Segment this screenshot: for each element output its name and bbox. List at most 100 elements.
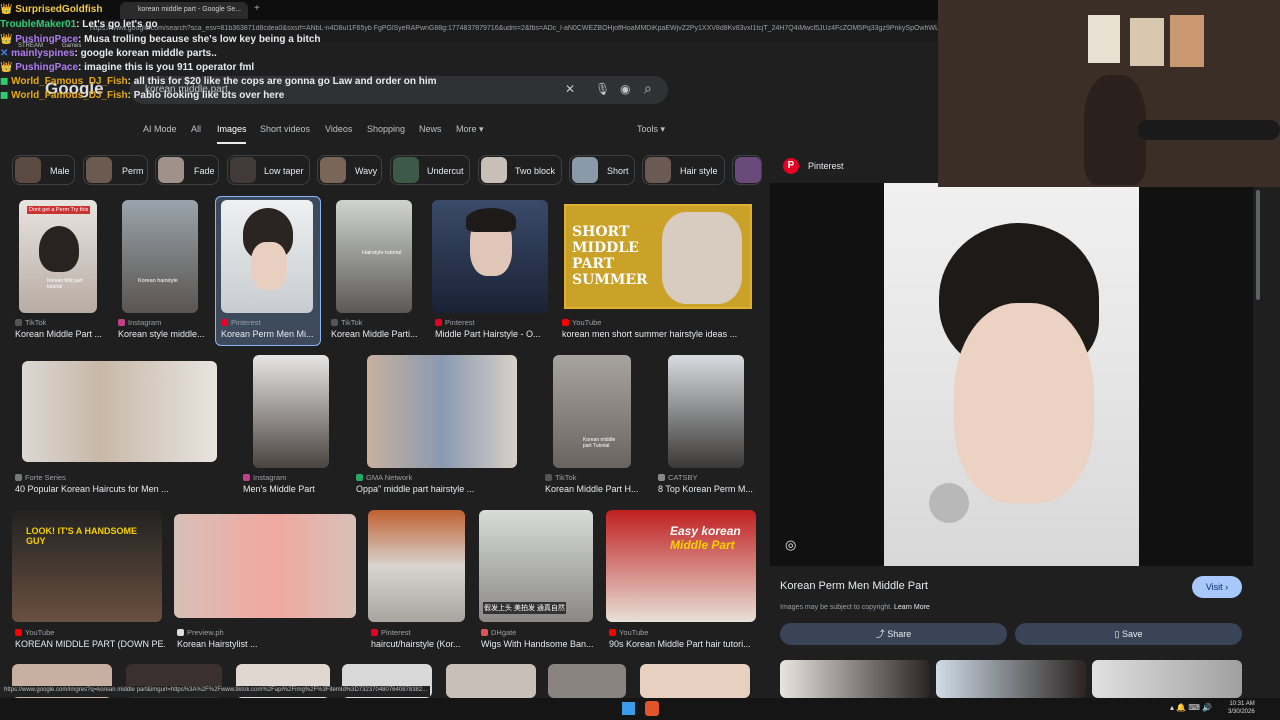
chip-thumbnail: [735, 157, 761, 183]
chip-overflow[interactable]: [732, 155, 762, 185]
youtube-icon: [15, 629, 22, 636]
result-title[interactable]: Korean Perm Men Mi...: [221, 329, 315, 339]
tiktok-icon: [331, 319, 338, 326]
tab-ai-mode[interactable]: AI Mode: [143, 124, 177, 134]
tab-short-videos[interactable]: Short videos: [260, 124, 310, 134]
chat-line: ◼ World_Famous_DJ_Fish: Pablo looking li…: [0, 90, 285, 101]
share-button[interactable]: ⤴ Share: [780, 623, 1007, 645]
result-title[interactable]: korean men short summer hairstyle ideas …: [562, 329, 752, 339]
chip-perm[interactable]: Perm: [83, 155, 148, 185]
chip-undercut[interactable]: Undercut: [390, 155, 470, 185]
lens-icon[interactable]: ◉: [620, 82, 630, 96]
instagram-icon: [118, 319, 125, 326]
microphone-shape: [929, 483, 969, 523]
result-source: TikTok: [331, 318, 362, 327]
result-image[interactable]: [174, 514, 356, 618]
chat-message: google korean middle parts..: [80, 48, 217, 59]
result-image[interactable]: [253, 355, 329, 468]
result-image[interactable]: [368, 510, 465, 622]
result-title[interactable]: 40 Popular Korean Haircuts for Men ...: [15, 484, 225, 494]
wall-frame: [1088, 15, 1120, 63]
save-button[interactable]: ▯ Save: [1015, 623, 1242, 645]
result-image[interactable]: Dont get a Perm Try this Korean Mid part…: [19, 200, 97, 313]
lens-search-icon[interactable]: ◎: [785, 537, 796, 553]
chat-message: Musa trolling because she's low key bein…: [84, 34, 321, 45]
result-source: Forte Series: [15, 473, 66, 482]
preview-title[interactable]: Korean Perm Men Middle Part: [780, 580, 928, 592]
result-image[interactable]: [640, 664, 750, 698]
chip-label: Low taper: [264, 166, 304, 176]
result-title[interactable]: Korean Hairstylist ...: [177, 639, 327, 649]
overlay-line: SUMMER: [572, 272, 648, 288]
preview-site[interactable]: Pinterest: [808, 161, 844, 171]
visit-button[interactable]: Visit ›: [1192, 576, 1242, 598]
result-title[interactable]: Korean style middle...: [118, 329, 208, 339]
chip-fade[interactable]: Fade: [155, 155, 219, 185]
result-image[interactable]: Easy korean Middle Part: [606, 510, 756, 622]
result-image[interactable]: [221, 200, 313, 313]
scrollbar-thumb[interactable]: [1256, 190, 1260, 300]
chip-two-block[interactable]: Two block: [478, 155, 562, 185]
source-name: TikTok: [341, 318, 363, 327]
result-source: YouTube: [609, 628, 648, 637]
result-source: Preview.ph: [177, 628, 224, 637]
result-title[interactable]: Korean Middle Part ...: [15, 329, 105, 339]
result-image[interactable]: [446, 664, 536, 698]
result-image[interactable]: [367, 355, 517, 468]
result-image[interactable]: [432, 200, 548, 313]
clear-search-icon[interactable]: ✕: [565, 82, 575, 96]
result-title[interactable]: 90s Korean Middle Part hair tutori...: [609, 639, 759, 649]
address-url[interactable]: https://www.google.com/search?sca_esv=81…: [90, 25, 950, 32]
result-title[interactable]: Oppa" middle part hairstyle ...: [356, 484, 526, 494]
chip-label: Hair style: [680, 166, 718, 176]
result-image[interactable]: LOOK! IT'S A HANDSOME GUY: [12, 510, 162, 622]
chip-thumbnail: [230, 157, 256, 183]
related-image[interactable]: [1092, 660, 1242, 698]
result-title[interactable]: Middle Part Hairstyle - O...: [435, 329, 547, 339]
preview-image[interactable]: [884, 183, 1139, 566]
tab-images[interactable]: Images: [217, 124, 247, 134]
result-image[interactable]: Korean middle part Tutorial: [553, 355, 631, 468]
result-title[interactable]: 8 Top Korean Perm M...: [658, 484, 754, 494]
result-image[interactable]: [668, 355, 744, 468]
brave-browser-icon[interactable]: [645, 701, 659, 716]
tab-videos[interactable]: Videos: [325, 124, 352, 134]
tab-news[interactable]: News: [419, 124, 442, 134]
chip-short[interactable]: Short: [569, 155, 635, 185]
learn-more-link[interactable]: Learn More: [894, 604, 930, 611]
result-title[interactable]: KOREAN MIDDLE PART (DOWN PE...: [15, 639, 165, 649]
result-title[interactable]: Men's Middle Part: [243, 484, 343, 494]
related-image[interactable]: [936, 660, 1086, 698]
result-image[interactable]: [548, 664, 626, 698]
mic-icon[interactable]: 🎙: [595, 82, 610, 96]
dhgate-icon: [481, 629, 488, 636]
result-image[interactable]: [22, 361, 217, 462]
new-tab-button[interactable]: +: [254, 3, 260, 14]
result-source: TikTok: [15, 318, 46, 327]
chip-low-taper[interactable]: Low taper: [227, 155, 310, 185]
hair-shape: [39, 226, 79, 272]
result-image[interactable]: SHORT MIDDLE PART SUMMER: [564, 204, 752, 309]
result-title[interactable]: Wigs With Handsome Ban...: [481, 639, 597, 649]
tab-more[interactable]: More ▾: [456, 124, 484, 135]
clock-date: 3/30/2026: [1228, 709, 1255, 715]
result-image[interactable]: 假发上头 美拍发 通真自然: [479, 510, 593, 622]
browser-tab[interactable]: korean middle part - Google Se...: [120, 2, 248, 19]
youtube-icon: [562, 319, 569, 326]
result-image[interactable]: Hairstyle tutorial: [336, 200, 412, 313]
chip-male[interactable]: Male: [12, 155, 75, 185]
result-title[interactable]: Korean Middle Parti...: [331, 329, 421, 339]
related-image[interactable]: [780, 660, 930, 698]
result-title[interactable]: haircut/hairstyle (Kor...: [371, 639, 469, 649]
tools-button[interactable]: Tools ▾: [637, 124, 665, 135]
clock[interactable]: 10:31 AM 3/30/2026: [1228, 700, 1255, 716]
windows-start-icon[interactable]: [622, 702, 635, 715]
tab-shopping[interactable]: Shopping: [367, 124, 405, 134]
system-tray[interactable]: ▴ 🔔 ⌨ 🔊: [1170, 703, 1212, 712]
search-icon[interactable]: ⌕: [644, 80, 652, 97]
tab-all[interactable]: All: [191, 124, 201, 134]
result-image[interactable]: Korean hairstyle: [122, 200, 198, 313]
result-title[interactable]: Korean Middle Part H...: [545, 484, 641, 494]
chip-wavy[interactable]: Wavy: [317, 155, 382, 185]
chip-hair-style[interactable]: Hair style: [642, 155, 725, 185]
